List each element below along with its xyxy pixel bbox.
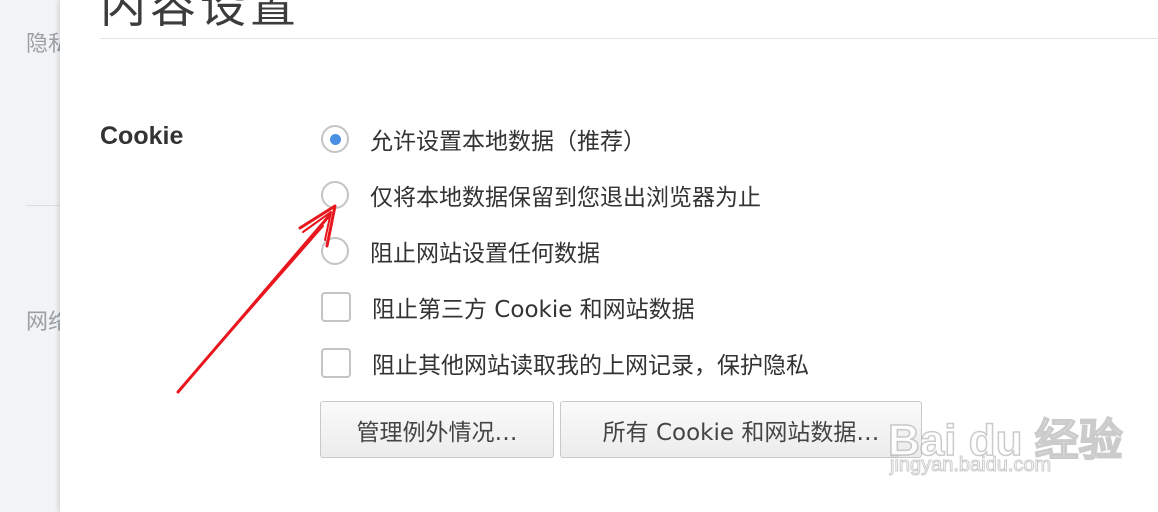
manage-exceptions-button[interactable]: 管理例外情况… — [320, 401, 554, 458]
all-cookies-button[interactable]: 所有 Cookie 和网站数据… — [560, 401, 922, 458]
background-sidebar: 隐私 网络 — [0, 0, 70, 512]
option-label: 阻止第三方 Cookie 和网站数据 — [372, 297, 695, 323]
checkbox-icon[interactable] — [321, 348, 351, 378]
checkbox-protect-privacy[interactable]: 阻止其他网站读取我的上网记录，保护隐私 — [321, 346, 809, 380]
sidebar-divider — [26, 205, 62, 206]
radio-unchecked-icon[interactable] — [321, 181, 349, 209]
option-label: 仅将本地数据保留到您退出浏览器为止 — [370, 185, 761, 211]
radio-allow-local-data[interactable]: 允许设置本地数据（推荐） — [321, 122, 646, 156]
dialog-title: 内容设置 — [100, 0, 300, 33]
radio-block-all-data[interactable]: 阻止网站设置任何数据 — [321, 234, 600, 268]
checkbox-icon[interactable] — [321, 292, 351, 322]
option-label: 阻止其他网站读取我的上网记录，保护隐私 — [372, 353, 809, 379]
option-label: 阻止网站设置任何数据 — [370, 241, 600, 267]
radio-unchecked-icon[interactable] — [321, 237, 349, 265]
content-settings-dialog: 内容设置 Cookie 允许设置本地数据（推荐） 仅将本地数据保留到您退出浏览器… — [60, 0, 1158, 512]
cookie-section-label: Cookie — [100, 122, 184, 150]
radio-keep-until-exit[interactable]: 仅将本地数据保留到您退出浏览器为止 — [321, 178, 761, 212]
title-divider — [100, 38, 1158, 39]
option-label: 允许设置本地数据（推荐） — [370, 129, 646, 155]
radio-checked-icon[interactable] — [321, 125, 349, 153]
checkbox-block-third-party[interactable]: 阻止第三方 Cookie 和网站数据 — [321, 290, 695, 324]
